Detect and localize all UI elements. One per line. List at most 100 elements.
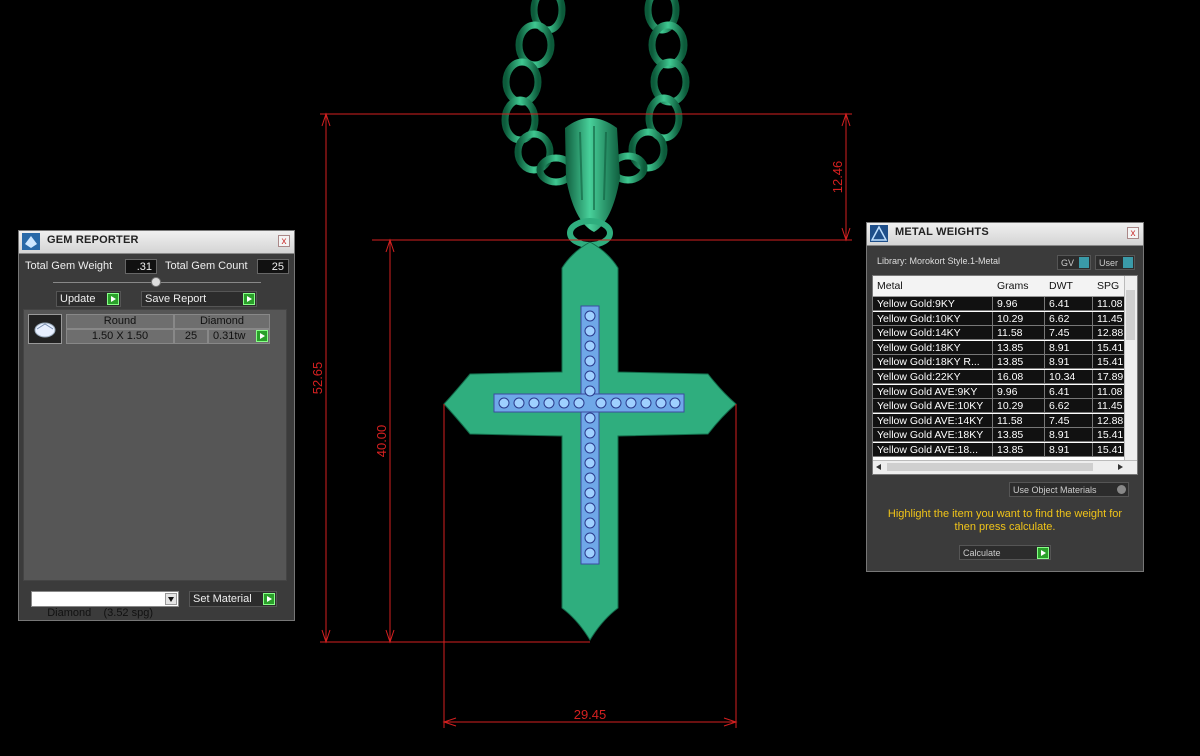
dwt-cell: 6.62: [1045, 311, 1093, 326]
divider-knob-icon[interactable]: [151, 277, 161, 287]
metal-table-header: Metal Grams DWT SPG: [873, 276, 1137, 297]
metal-name-cell: Yellow Gold:18KY R...: [873, 355, 993, 370]
dwt-cell: 7.45: [1045, 413, 1093, 428]
table-row[interactable]: Yellow Gold:14KY 11.58 7.45 12.88: [873, 326, 1137, 341]
play-icon: [1037, 547, 1049, 559]
grams-cell: 10.29: [993, 311, 1045, 326]
play-icon: [107, 293, 119, 305]
grams-cell: 13.85: [993, 428, 1045, 443]
set-material-button[interactable]: Set Material: [189, 591, 277, 607]
use-object-materials-button[interactable]: Use Object Materials: [1009, 482, 1129, 497]
table-row[interactable]: Yellow Gold AVE:14KY 11.58 7.45 12.88: [873, 413, 1137, 428]
calculate-button-label: Calculate: [963, 548, 1001, 558]
user-toggle[interactable]: User: [1095, 255, 1135, 270]
col-header-metal[interactable]: Metal: [873, 276, 993, 296]
table-row[interactable]: Yellow Gold:18KY R... 13.85 8.91 15.41: [873, 355, 1137, 370]
gem-material-cell: Diamond: [174, 314, 270, 329]
metal-name-cell: Yellow Gold:10KY: [873, 311, 993, 326]
toggle-indicator-icon: [1079, 257, 1089, 268]
chevron-down-icon[interactable]: [165, 593, 177, 605]
dim-width-label: 29.45: [574, 707, 607, 722]
table-row[interactable]: Yellow Gold AVE:18... 13.85 8.91 15.41: [873, 443, 1137, 457]
metal-weights-titlebar[interactable]: METAL WEIGHTS x: [867, 223, 1143, 246]
dwt-cell: 6.41: [1045, 384, 1093, 399]
metal-weights-close-button[interactable]: x: [1127, 227, 1139, 239]
metal-name-cell: Yellow Gold AVE:18KY: [873, 428, 993, 443]
grams-cell: 9.96: [993, 384, 1045, 399]
set-material-button-label: Set Material: [193, 593, 252, 605]
update-button-label: Update: [60, 293, 96, 305]
gem-count-cell: 25: [174, 329, 208, 344]
gem-reporter-close-button[interactable]: x: [278, 235, 290, 247]
gem-reporter-icon: [22, 233, 40, 250]
grams-cell: 9.96: [993, 297, 1045, 311]
save-report-button[interactable]: Save Report: [141, 291, 257, 307]
play-icon[interactable]: [256, 330, 268, 342]
metal-name-cell: Yellow Gold:18KY: [873, 340, 993, 355]
material-select[interactable]: Diamond (3.52 spg): [31, 591, 179, 619]
gem-row[interactable]: Round Diamond 1.50 X 1.50 25 0.31tw: [28, 314, 272, 346]
table-row[interactable]: Yellow Gold:18KY 13.85 8.91 15.41: [873, 340, 1137, 355]
metal-name-cell: Yellow Gold:14KY: [873, 326, 993, 341]
total-gem-count-label: Total Gem Count: [165, 260, 248, 272]
metal-table[interactable]: Metal Grams DWT SPG Yellow Gold:9KY 9.96 6…: [872, 275, 1138, 475]
scroll-right-icon[interactable]: [1118, 464, 1123, 470]
library-label: Library: Morokort Style.1-Metal: [877, 256, 1001, 266]
metal-name-cell: Yellow Gold:22KY: [873, 370, 993, 384]
dwt-cell: 8.91: [1045, 428, 1093, 443]
dim-loop-label: 12.46: [830, 161, 845, 194]
gem-size-cell: 1.50 X 1.50: [66, 329, 174, 344]
gem-weight-value: 0.31tw: [213, 330, 246, 342]
use-object-materials-label: Use Object Materials: [1013, 485, 1097, 495]
total-gem-weight-label: Total Gem Weight: [25, 260, 113, 272]
play-icon: [263, 593, 275, 605]
dim-height-label: 52.65: [310, 362, 325, 395]
gv-toggle[interactable]: GV: [1057, 255, 1091, 270]
vertical-scrollbar[interactable]: [1124, 276, 1137, 462]
dwt-cell: 8.91: [1045, 340, 1093, 355]
scroll-thumb[interactable]: [1126, 290, 1135, 340]
total-gem-count-value: 25: [257, 259, 289, 274]
update-button[interactable]: Update: [56, 291, 121, 307]
table-row[interactable]: Yellow Gold AVE:9KY 9.96 6.41 11.08: [873, 384, 1137, 399]
play-icon: [243, 293, 255, 305]
gem-reporter-titlebar[interactable]: GEM REPORTER x: [19, 231, 294, 254]
gem-list-area[interactable]: Round Diamond 1.50 X 1.50 25 0.31tw: [23, 309, 287, 581]
metal-weights-panel: METAL WEIGHTS x Library: Morokort Style.…: [866, 222, 1144, 572]
calculate-button[interactable]: Calculate: [959, 545, 1051, 560]
dim-cross-height-label: 40.00: [374, 425, 389, 458]
scroll-left-icon[interactable]: [876, 464, 881, 470]
metal-name-cell: Yellow Gold AVE:18...: [873, 443, 993, 457]
table-row[interactable]: Yellow Gold:9KY 9.96 6.41 11.08: [873, 297, 1137, 311]
gem-shape-cell: Round: [66, 314, 174, 329]
grams-cell: 16.08: [993, 370, 1045, 384]
metal-weights-icon: [870, 225, 888, 242]
metal-name-cell: Yellow Gold AVE:14KY: [873, 413, 993, 428]
scroll-thumb[interactable]: [887, 463, 1093, 471]
table-row[interactable]: Yellow Gold AVE:18KY 13.85 8.91 15.41: [873, 428, 1137, 443]
grams-cell: 10.29: [993, 399, 1045, 414]
col-header-dwt[interactable]: DWT: [1045, 276, 1093, 296]
gem-weight-cell: 0.31tw: [208, 329, 270, 344]
metal-weights-title: METAL WEIGHTS: [895, 226, 989, 238]
table-row[interactable]: Yellow Gold AVE:10KY 10.29 6.62 11.45: [873, 399, 1137, 414]
material-select-value: Diamond (3.52 spg): [47, 607, 154, 619]
dwt-cell: 8.91: [1045, 355, 1093, 370]
gear-icon: [1117, 485, 1126, 494]
table-row[interactable]: Yellow Gold:22KY 16.08 10.34 17.89: [873, 370, 1137, 384]
metal-name-cell: Yellow Gold AVE:10KY: [873, 399, 993, 414]
dwt-cell: 8.91: [1045, 443, 1093, 457]
dwt-cell: 6.41: [1045, 297, 1093, 311]
dwt-cell: 6.62: [1045, 399, 1093, 414]
gem-reporter-panel: GEM REPORTER x Total Gem Weight .31 Tota…: [18, 230, 295, 621]
table-row[interactable]: Yellow Gold:10KY 10.29 6.62 11.45: [873, 311, 1137, 326]
instruction-text: Highlight the item you want to find the …: [887, 508, 1123, 533]
grams-cell: 11.58: [993, 326, 1045, 341]
bail: [565, 118, 620, 248]
grams-cell: 13.85: [993, 340, 1045, 355]
gv-toggle-label: GV: [1061, 258, 1075, 268]
horizontal-scrollbar[interactable]: [873, 460, 1137, 474]
metal-name-cell: Yellow Gold AVE:9KY: [873, 384, 993, 399]
col-header-grams[interactable]: Grams: [993, 276, 1045, 296]
toggle-indicator-icon: [1123, 257, 1133, 268]
